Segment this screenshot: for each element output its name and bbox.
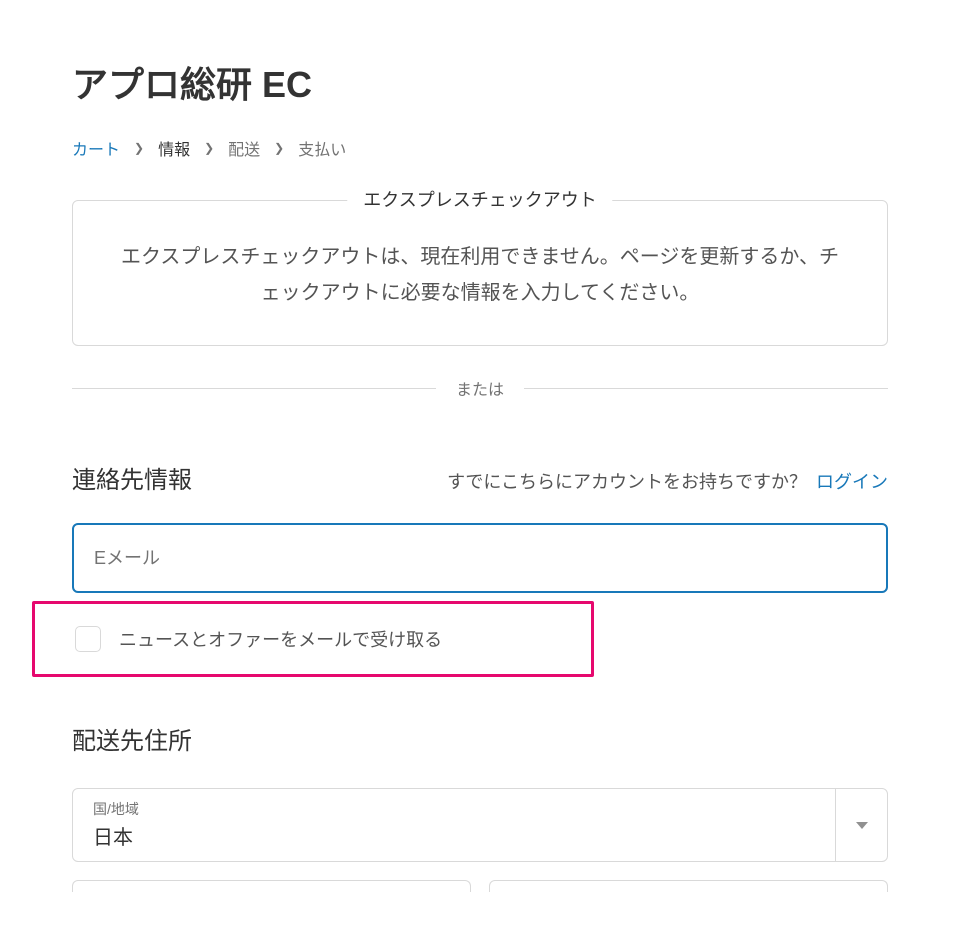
chevron-right-icon: ❯ (274, 141, 284, 155)
newsletter-highlight: ニュースとオファーをメールで受け取る (32, 601, 594, 677)
lastname-field[interactable] (72, 880, 471, 892)
country-select[interactable]: 国/地域 日本 (72, 788, 888, 862)
email-field[interactable] (72, 523, 888, 593)
caret-down-icon (856, 822, 868, 829)
chevron-right-icon: ❯ (134, 141, 144, 155)
login-prompt: すでにこちらにアカウントをお持ちですか？ ログイン (447, 468, 888, 494)
express-checkout-message: エクスプレスチェックアウトは、現在利用できません。ページを更新するか、チェックア… (72, 200, 888, 346)
breadcrumb-cart[interactable]: カート (72, 136, 120, 160)
name-fields-row (72, 880, 888, 892)
express-checkout-legend: エクスプレスチェックアウト (347, 186, 612, 212)
divider: または (72, 376, 888, 400)
breadcrumb-payment: 支払い (298, 136, 346, 160)
page-title: アプロ総研 EC (72, 56, 888, 108)
breadcrumb-shipping: 配送 (228, 136, 260, 160)
contact-heading: 連絡先情報 (72, 460, 192, 495)
express-checkout-section: エクスプレスチェックアウト エクスプレスチェックアウトは、現在利用できません。ペ… (72, 200, 888, 346)
country-select-value: 日本 (93, 827, 133, 849)
firstname-field[interactable] (489, 880, 888, 892)
login-link[interactable]: ログイン (816, 472, 888, 492)
chevron-right-icon: ❯ (204, 141, 214, 155)
country-select-label: 国/地域 (93, 799, 867, 819)
select-arrow (835, 789, 887, 861)
newsletter-label: ニュースとオファーをメールで受け取る (119, 626, 442, 652)
contact-header: 連絡先情報 すでにこちらにアカウントをお持ちですか？ ログイン (72, 460, 888, 495)
breadcrumb: カート ❯ 情報 ❯ 配送 ❯ 支払い (72, 136, 888, 160)
breadcrumb-info: 情報 (158, 136, 190, 160)
shipping-heading: 配送先住所 (72, 721, 888, 756)
newsletter-checkbox[interactable] (75, 626, 101, 652)
divider-line (72, 388, 436, 389)
divider-line (524, 388, 888, 389)
divider-text: または (456, 376, 504, 400)
login-prompt-text: すでにこちらにアカウントをお持ちですか？ (447, 472, 807, 492)
